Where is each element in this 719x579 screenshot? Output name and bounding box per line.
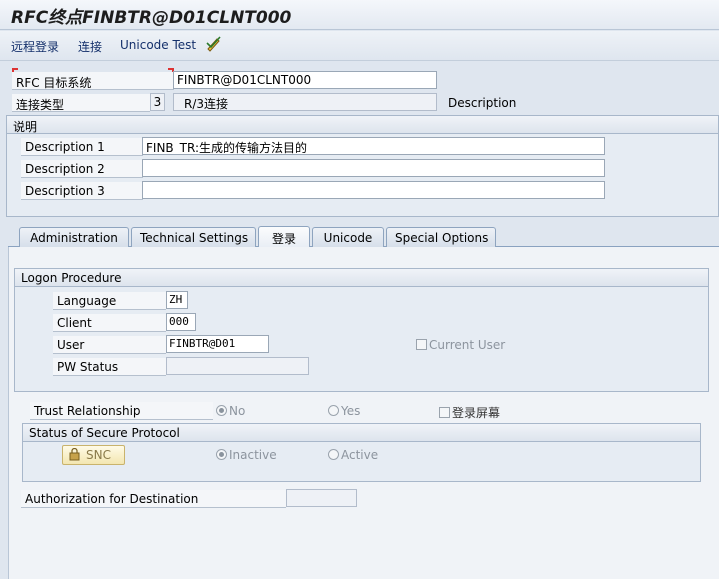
logon-procedure-title: Logon Procedure (15, 269, 708, 287)
auth-destination-label: Authorization for Destination (21, 490, 286, 508)
current-user-label: Current User (429, 338, 506, 352)
tab-technical-settings[interactable]: Technical Settings (131, 227, 256, 247)
remote-login-button[interactable]: 远程登录 (11, 38, 59, 55)
snc-active-radio[interactable]: Active (328, 448, 378, 462)
description-1-field[interactable]: FINB_TR:生成的传输方法目的 (142, 137, 605, 155)
trust-yes-radio[interactable]: Yes (328, 404, 360, 418)
radio-icon (328, 405, 339, 416)
conn-type-value-field: R/3连接 (173, 93, 437, 111)
snc-inactive-radio[interactable]: Inactive (216, 448, 277, 462)
snc-button[interactable]: SNC (62, 445, 125, 465)
description-2-field[interactable] (142, 159, 605, 177)
client-label: Client (53, 314, 166, 332)
trust-no-radio[interactable]: No (216, 404, 245, 418)
description-1-label: Description 1 (21, 138, 143, 156)
user-label: User (53, 336, 166, 354)
description-3-field[interactable] (142, 181, 605, 199)
login-screen-checkbox[interactable]: 登录屏幕 (439, 404, 500, 421)
application-toolbar (0, 31, 719, 61)
radio-selected-icon (216, 405, 227, 416)
language-label: Language (53, 292, 166, 310)
tab-administration[interactable]: Administration (19, 227, 129, 247)
snc-active-label: Active (341, 448, 379, 462)
secure-protocol-title: Status of Secure Protocol (23, 424, 700, 442)
rfc-target-field[interactable]: FINBTR@D01CLNT000 (173, 71, 437, 89)
unicode-test-button[interactable]: Unicode Test (120, 38, 196, 52)
conn-type-code-field[interactable]: 3 (150, 93, 165, 111)
trust-yes-label: Yes (341, 404, 361, 418)
snc-lock-icon (69, 447, 80, 464)
description-2-label: Description 2 (21, 160, 143, 178)
description-label: Description (448, 96, 517, 110)
radio-selected-icon (216, 449, 227, 460)
tab-logon[interactable]: 登录 (258, 226, 310, 247)
current-user-checkbox[interactable]: Current User (416, 338, 505, 352)
radio-icon (328, 449, 339, 460)
connect-button[interactable]: 连接 (78, 38, 102, 55)
tab-unicode[interactable]: Unicode (312, 227, 384, 247)
tab-special-options[interactable]: Special Options (386, 227, 496, 247)
trust-relationship-label: Trust Relationship (30, 402, 213, 420)
client-field[interactable]: 000 (166, 313, 196, 331)
conn-type-label: 连接类型 (12, 94, 150, 112)
login-screen-label: 登录屏幕 (452, 406, 501, 420)
checkbox-icon (416, 339, 427, 350)
pw-status-label: PW Status (53, 358, 166, 376)
language-field[interactable]: ZH (166, 291, 188, 309)
pw-status-field (166, 357, 309, 375)
rfc-target-label: RFC 目标系统 (12, 72, 174, 90)
auth-destination-field[interactable] (286, 489, 357, 507)
description-group-title: 说明 (7, 116, 718, 134)
user-field[interactable]: FINBTR@D01 (166, 335, 269, 353)
trust-no-label: No (229, 404, 246, 418)
window-title: RFC终点FINBTR@D01CLNT000 (11, 8, 292, 28)
pencil-check-icon[interactable] (205, 35, 223, 56)
snc-inactive-label: Inactive (229, 448, 277, 462)
checkbox-icon (439, 407, 450, 418)
description-3-label: Description 3 (21, 182, 143, 200)
snc-label: SNC (86, 448, 111, 462)
